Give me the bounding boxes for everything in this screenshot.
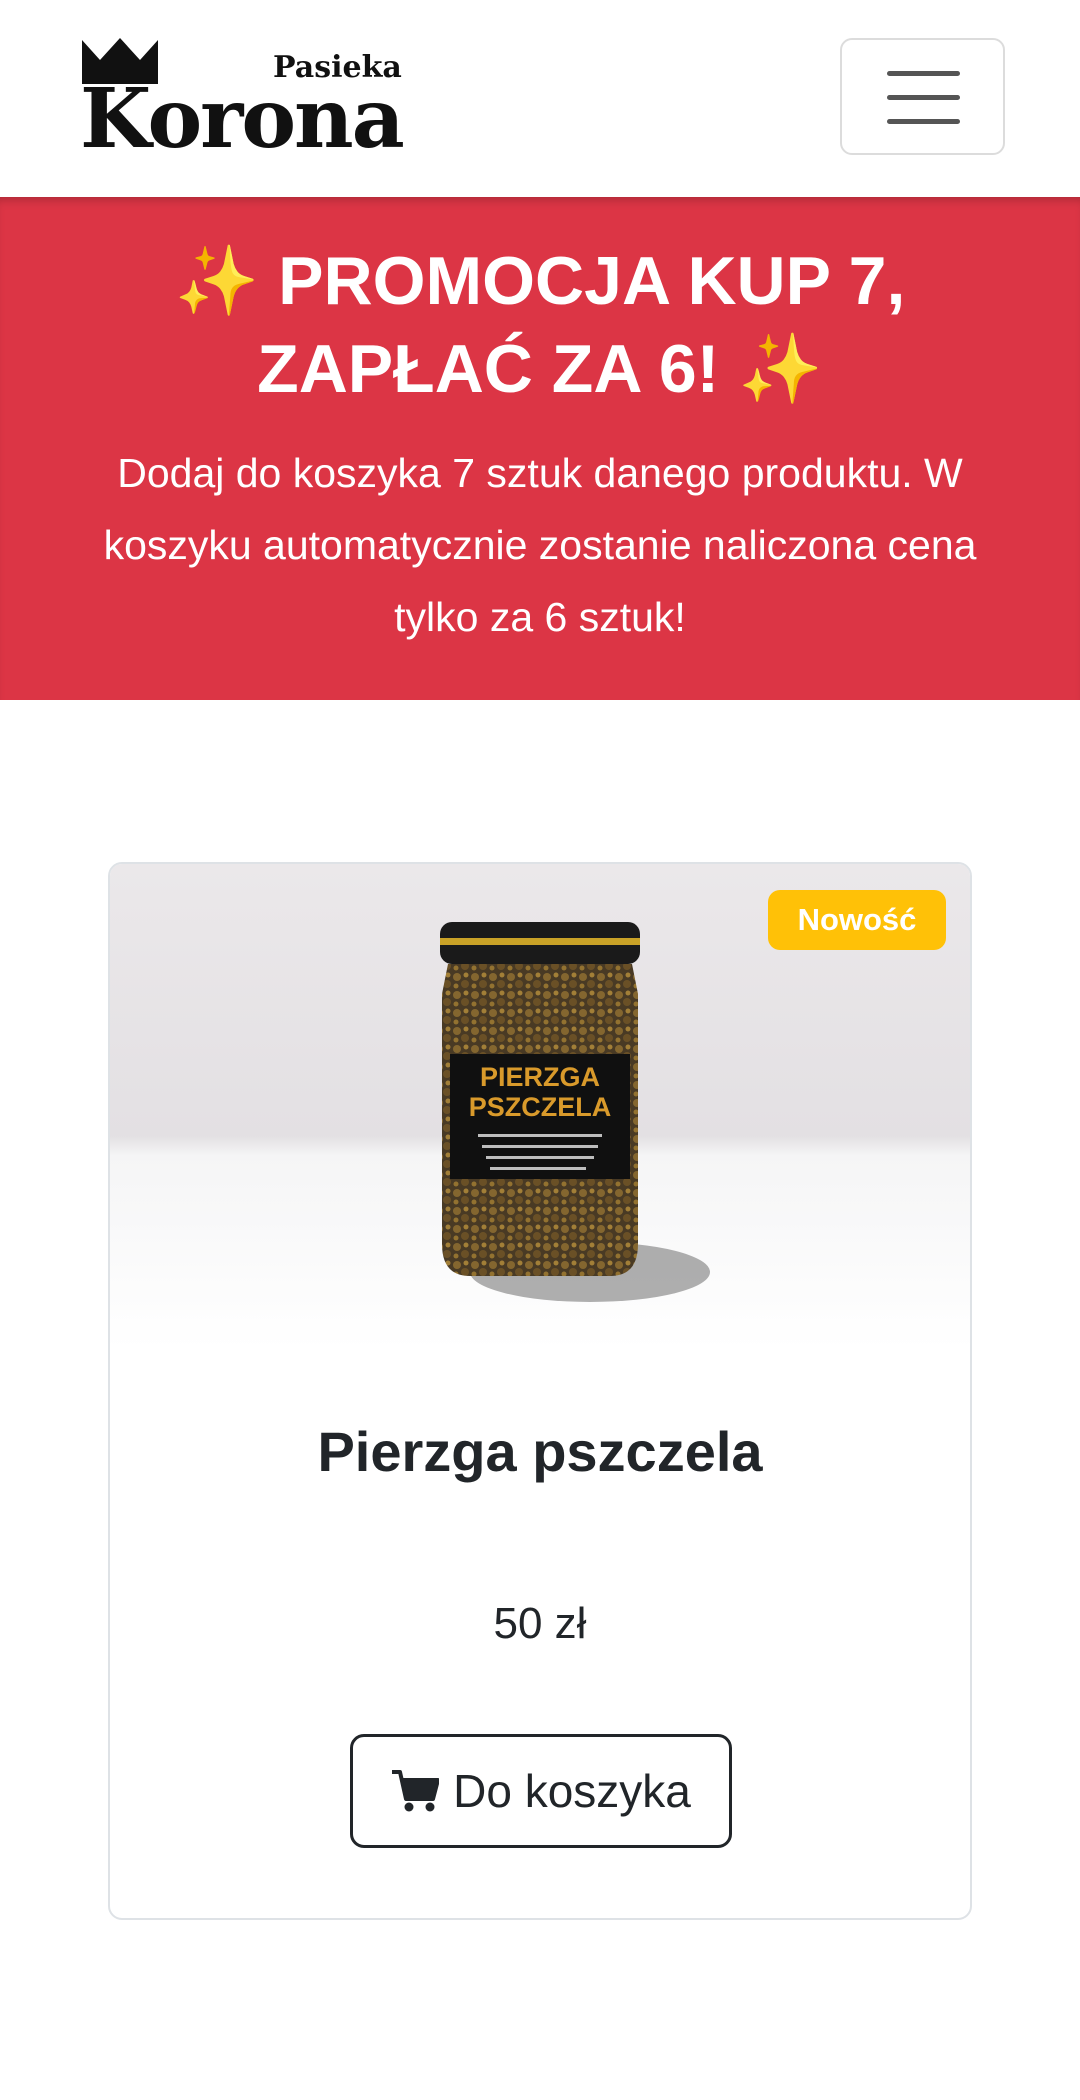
jar-label-line2: PSZCZELA [469,1092,612,1122]
logo[interactable]: Pasieka Korona [80,36,430,160]
logo-big-text: Korona [80,71,405,167]
add-to-cart-button[interactable]: Do koszyka [350,1734,732,1848]
add-to-cart-label: Do koszyka [453,1765,691,1817]
product-card: PIERZGA PSZCZELA Nowość Pierzga pszczela… [108,862,972,1920]
promo-title: ✨ PROMOCJA KUP 7, ZAPŁAĆ ZA 6! ✨ [174,243,906,407]
promo-banner: ✨ PROMOCJA KUP 7, ZAPŁAĆ ZA 6! ✨ Dodaj d… [0,197,1080,700]
cart-icon [392,1770,440,1812]
new-badge: Nowość [768,890,946,950]
menu-toggle-button[interactable] [840,38,1005,155]
navbar: Pasieka Korona [0,0,1080,197]
product-image[interactable]: PIERZGA PSZCZELA Nowość [110,864,970,1350]
promo-text: Dodaj do koszyka 7 sztuk danego produktu… [103,450,977,640]
product-name[interactable]: Pierzga pszczela [110,1419,970,1484]
product-price: 50 zł [493,1599,587,1648]
hamburger-icon [887,71,960,76]
jar-label-line1: PIERZGA [480,1062,600,1092]
